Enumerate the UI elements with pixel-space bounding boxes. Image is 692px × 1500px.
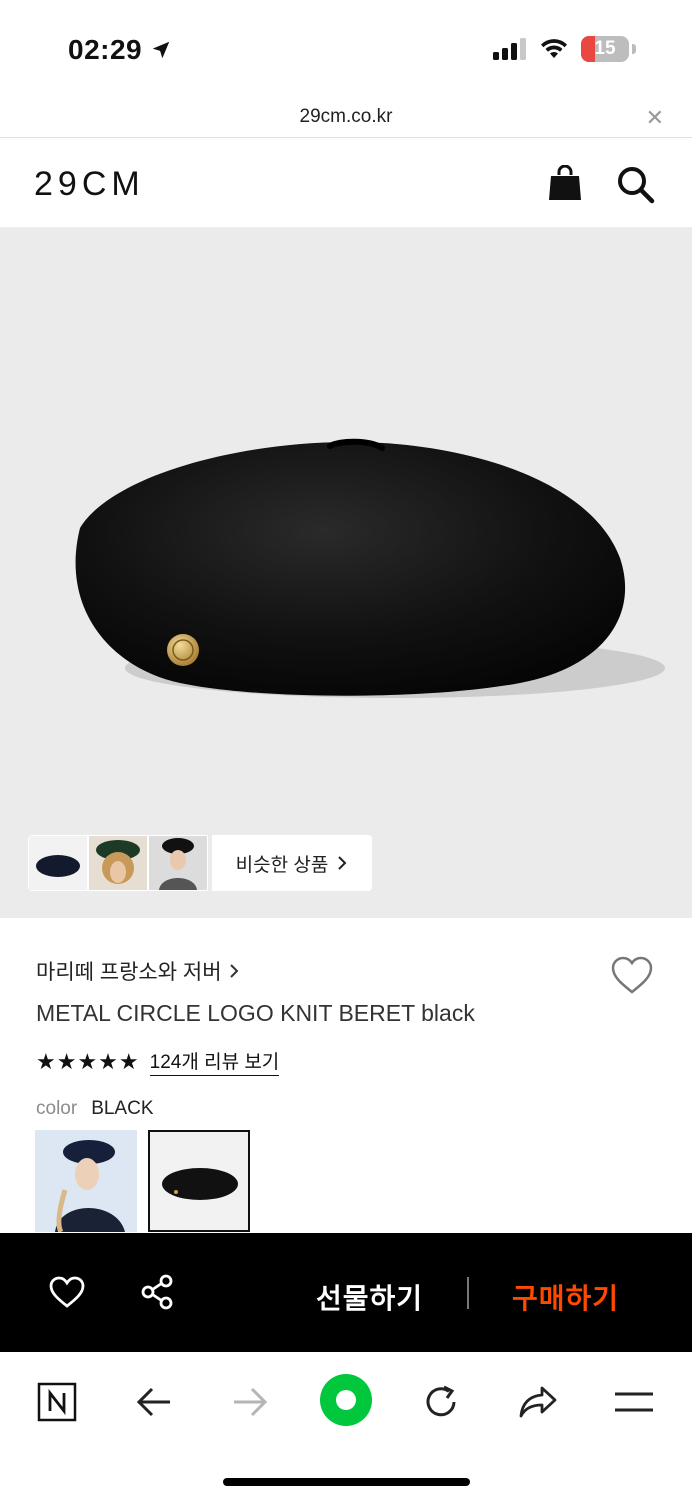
refresh-button[interactable] [415, 1376, 467, 1428]
color-row: color BLACK [36, 1098, 154, 1120]
battery-level: 15 [594, 38, 616, 59]
color-label: color [36, 1098, 78, 1119]
home-indicator[interactable] [223, 1478, 470, 1486]
battery-indicator: 15 [581, 36, 629, 62]
forward-button[interactable] [224, 1376, 276, 1428]
similar-products-button[interactable]: 비슷한 상품 [208, 835, 372, 891]
refresh-icon [426, 1385, 456, 1417]
status-indicators: 15 [493, 36, 636, 62]
beret-image [75, 438, 665, 698]
rating-row: ★★★★★ 124개 리뷰 보기 [36, 1047, 280, 1076]
buy-button[interactable]: 구매하기 [512, 1277, 619, 1317]
share-icon[interactable] [139, 1273, 175, 1311]
wishlist-heart-icon[interactable] [610, 955, 654, 995]
color-swatch-model[interactable] [35, 1130, 137, 1232]
location-arrow-icon [152, 41, 170, 59]
wishlist-heart-icon[interactable] [48, 1275, 86, 1309]
color-value: BLACK [91, 1098, 154, 1119]
thumbnail-strip: 비슷한 상품 [28, 835, 372, 891]
naver-n-icon [37, 1382, 77, 1422]
product-hero-image[interactable]: 비슷한 상품 [0, 228, 692, 918]
naver-home-button[interactable] [31, 1376, 83, 1428]
color-swatch-black[interactable] [148, 1130, 250, 1232]
url-bar[interactable]: 29cm.co.kr ✕ [0, 96, 692, 138]
status-bar: 02:29 15 [0, 0, 692, 96]
rating-stars: ★★★★★ [36, 1048, 140, 1074]
thumbnail-3[interactable] [149, 836, 207, 890]
hamburger-menu-icon [615, 1392, 653, 1412]
green-dot-button[interactable] [318, 1372, 374, 1428]
status-time: 02:29 [68, 34, 172, 66]
clock: 02:29 [68, 34, 143, 65]
brand-link[interactable]: 마리떼 프랑소와 저버 [36, 956, 240, 986]
site-logo[interactable]: 29CM [34, 165, 145, 204]
menu-button[interactable] [608, 1376, 660, 1428]
search-icon[interactable] [616, 165, 656, 205]
wifi-icon [541, 39, 567, 58]
product-name: METAL CIRCLE LOGO KNIT BERET black [36, 1000, 475, 1026]
brand-name: 마리떼 프랑소와 저버 [36, 961, 222, 984]
share-button[interactable] [512, 1376, 564, 1428]
gift-button[interactable]: 선물하기 [316, 1277, 423, 1317]
chevron-right-icon [229, 964, 238, 978]
purchase-action-bar: 선물하기 구매하기 [0, 1233, 692, 1352]
chevron-right-icon [338, 856, 347, 870]
share-arrow-icon [519, 1386, 557, 1418]
green-dot-icon [320, 1374, 372, 1426]
url-text: 29cm.co.kr [299, 106, 393, 127]
thumbnail-2[interactable] [89, 836, 147, 890]
thumbnail-1[interactable] [29, 836, 87, 890]
action-divider [467, 1277, 469, 1309]
cellular-signal-icon [493, 38, 526, 60]
back-button[interactable] [128, 1376, 180, 1428]
shopping-bag-icon[interactable] [548, 165, 582, 201]
site-header: 29CM [0, 139, 692, 228]
arrow-right-icon [234, 1387, 268, 1417]
arrow-left-icon [136, 1387, 170, 1417]
review-link[interactable]: 124개 리뷰 보기 [149, 1047, 280, 1076]
close-icon[interactable]: ✕ [646, 105, 664, 131]
similar-products-label: 비슷한 상품 [235, 854, 329, 876]
